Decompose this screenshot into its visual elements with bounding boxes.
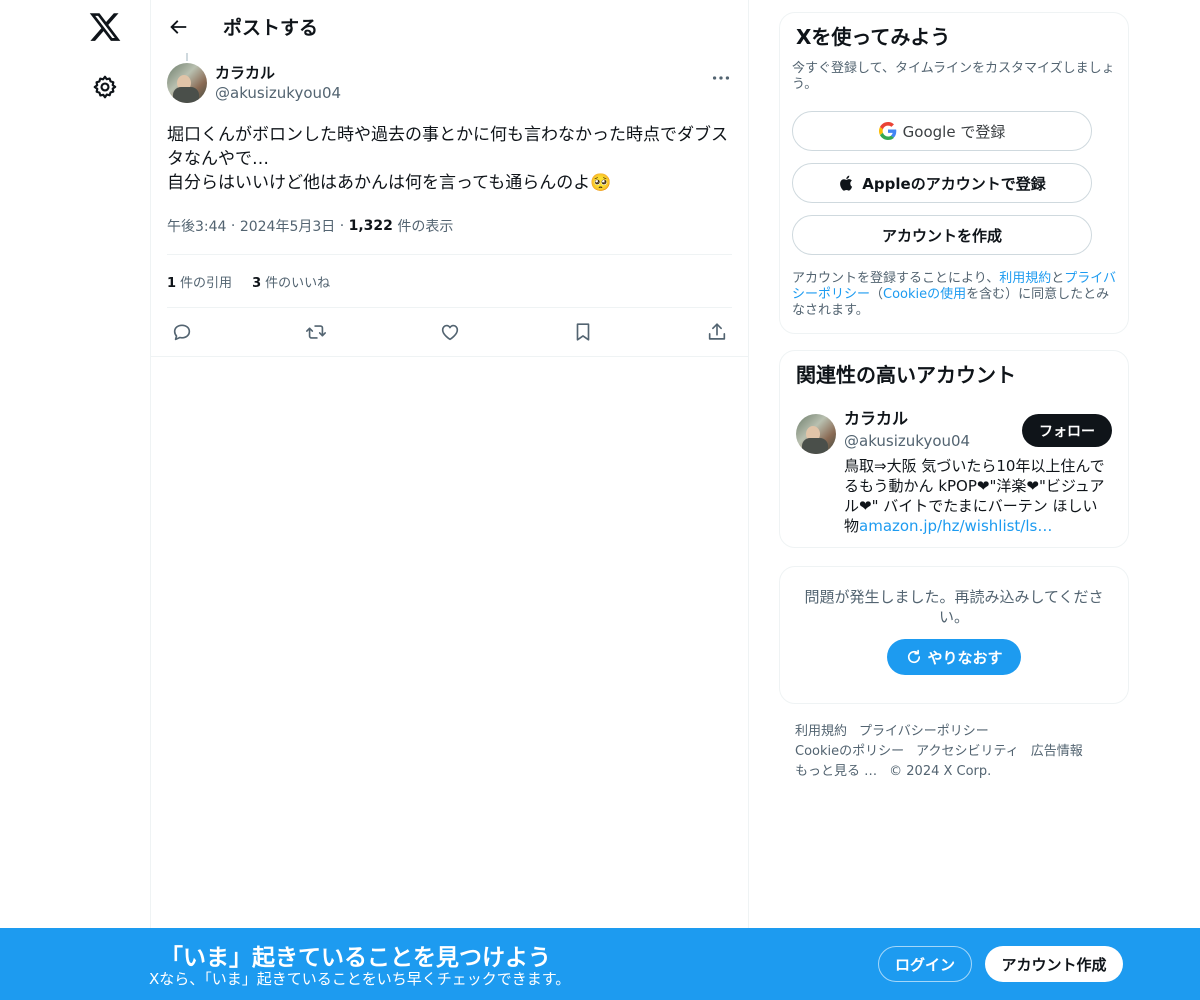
footer-copyright: © 2024 X Corp. (889, 764, 992, 779)
terms-prefix: アカウントを登録することにより、 (792, 271, 1000, 286)
reply-icon[interactable] (171, 321, 193, 343)
post-actions (167, 308, 732, 356)
likes-stat[interactable]: 3 件のいいね (252, 272, 330, 291)
related-title: 関連性の高いアカウント (796, 363, 1016, 387)
right-sidebar: Xを使ってみよう 今すぐ登録して、タイムラインをカスタマイズしましょう。 Goo… (779, 12, 1129, 782)
bookmark-icon[interactable] (572, 321, 594, 343)
avatar[interactable] (167, 63, 207, 103)
post: カラカル @akusizukyou04 堀口くんがボロンした時や過去の事とかに何… (151, 53, 748, 357)
cookie-link[interactable]: Cookieの使用 (883, 287, 966, 302)
post-text: 堀口くんがボロンした時や過去の事とかに何も言わなかった時点でダブスタなんやで… … (167, 125, 728, 193)
google-signup-label: Google で登録 (902, 122, 1006, 141)
signup-card-title: Xを使ってみよう (796, 25, 951, 49)
terms-mid: と (1051, 271, 1065, 286)
related-bio: 鳥取⇒大阪 気づいたら10年以上住んでるもう動かん kPOP❤"洋楽❤"ビジュア… (844, 456, 1112, 536)
google-signup-button[interactable]: Google で登録 (792, 111, 1092, 151)
footer-privacy-link[interactable]: プライバシーポリシー (859, 724, 989, 739)
signup-card: Xを使ってみよう 今すぐ登録して、タイムラインをカスタマイズしましょう。 Goo… (779, 12, 1129, 334)
follow-button[interactable]: フォロー (1022, 414, 1112, 447)
login-button[interactable]: ログイン (878, 946, 972, 982)
gear-icon[interactable] (92, 74, 118, 100)
terms-link[interactable]: 利用規約 (999, 271, 1051, 286)
footer-links: 利用規約 プライバシーポリシー Cookieのポリシー アクセシビリティ 広告情報 も… (779, 722, 1129, 782)
banner-title: 「いま」起きていることを見つけよう (160, 945, 551, 971)
views-label-text: 件の表示 (397, 218, 454, 235)
footer-accessibility-link[interactable]: アクセシビリティ (916, 744, 1019, 759)
footer-ads-link[interactable]: 広告情報 (1031, 744, 1083, 759)
google-icon (878, 122, 896, 140)
repost-icon[interactable] (305, 321, 327, 343)
signup-button[interactable]: アカウント作成 (985, 946, 1123, 982)
views-count: 1,322 (348, 217, 393, 234)
terms-mid: （ (870, 287, 884, 302)
footer-more-link[interactable]: もっと見る … (795, 764, 877, 779)
author-display-name[interactable]: カラカル (215, 63, 341, 83)
retry-label: やりなおす (927, 648, 1003, 667)
banner-subtitle: Xなら、「いま」起きていることをいち早くチェックできます。 (149, 970, 571, 988)
quotes-count: 1 (167, 275, 177, 291)
left-nav (0, 0, 150, 1000)
footer-terms-link[interactable]: 利用規約 (795, 724, 847, 739)
signup-banner: 「いま」起きていることを見つけよう Xなら、「いま」起きていることをいち早くチェ… (0, 928, 1200, 1000)
quotes-label: 件の引用 (180, 275, 233, 291)
apple-icon (840, 175, 853, 191)
related-accounts-card: 関連性の高いアカウント カラカル @akusizukyou04 鳥取⇒大阪 気づ… (779, 350, 1129, 548)
author-handle[interactable]: @akusizukyou04 (215, 83, 341, 103)
refresh-icon (908, 649, 921, 664)
share-icon[interactable] (706, 321, 728, 343)
likes-count: 3 (252, 275, 262, 291)
more-icon[interactable] (710, 67, 732, 89)
error-card: 問題が発生しました。再読み込みしてください。 やりなおす (779, 566, 1129, 704)
avatar[interactable] (796, 414, 836, 454)
related-bio-link[interactable]: amazon.jp/hz/wishlist/ls… (859, 517, 1052, 535)
post-author: カラカル @akusizukyou04 (167, 63, 732, 107)
post-time[interactable]: 午後3:44 (167, 216, 226, 236)
apple-signup-label: Appleのアカウントで登録 (862, 174, 1046, 193)
create-account-label: アカウントを作成 (881, 226, 1002, 245)
create-account-button[interactable]: アカウントを作成 (792, 215, 1092, 255)
like-icon[interactable] (439, 321, 461, 343)
page-title: ポストする (223, 17, 319, 39)
signup-card-subtitle: 今すぐ登録して、タイムラインをカスタマイズしましょう。 (792, 61, 1115, 92)
post-date[interactable]: 2024年5月3日 (240, 216, 335, 236)
retry-button[interactable]: やりなおす (887, 639, 1021, 675)
related-account[interactable]: カラカル @akusizukyou04 鳥取⇒大阪 気づいたら10年以上住んでる… (796, 409, 1112, 536)
meta-separator: · (226, 217, 240, 234)
x-logo-icon[interactable] (88, 10, 122, 44)
apple-signup-button[interactable]: Appleのアカウントで登録 (792, 163, 1092, 203)
page-header: ポストする (151, 0, 748, 53)
error-message: 問題が発生しました。再読み込みしてください。 (804, 588, 1104, 626)
post-stats: 1 件の引用 3 件のいいね (167, 255, 732, 308)
likes-label: 件のいいね (265, 275, 331, 291)
divider (151, 356, 748, 357)
meta-separator: · (335, 217, 349, 234)
post-meta: 午後3:44 · 2024年5月3日 · 1,322 件の表示 (167, 209, 732, 255)
main-column: ポストする カラカル @akusizukyou04 堀口くんがボロンした時や過去… (150, 0, 749, 1000)
terms-notice: アカウントを登録することにより、利用規約とプライバシーポリシー（Cookieの使… (792, 271, 1122, 319)
quotes-stat[interactable]: 1 件の引用 (167, 272, 232, 291)
back-arrow-icon[interactable] (167, 16, 189, 38)
thread-line (186, 53, 188, 61)
footer-cookie-link[interactable]: Cookieのポリシー (795, 744, 904, 759)
